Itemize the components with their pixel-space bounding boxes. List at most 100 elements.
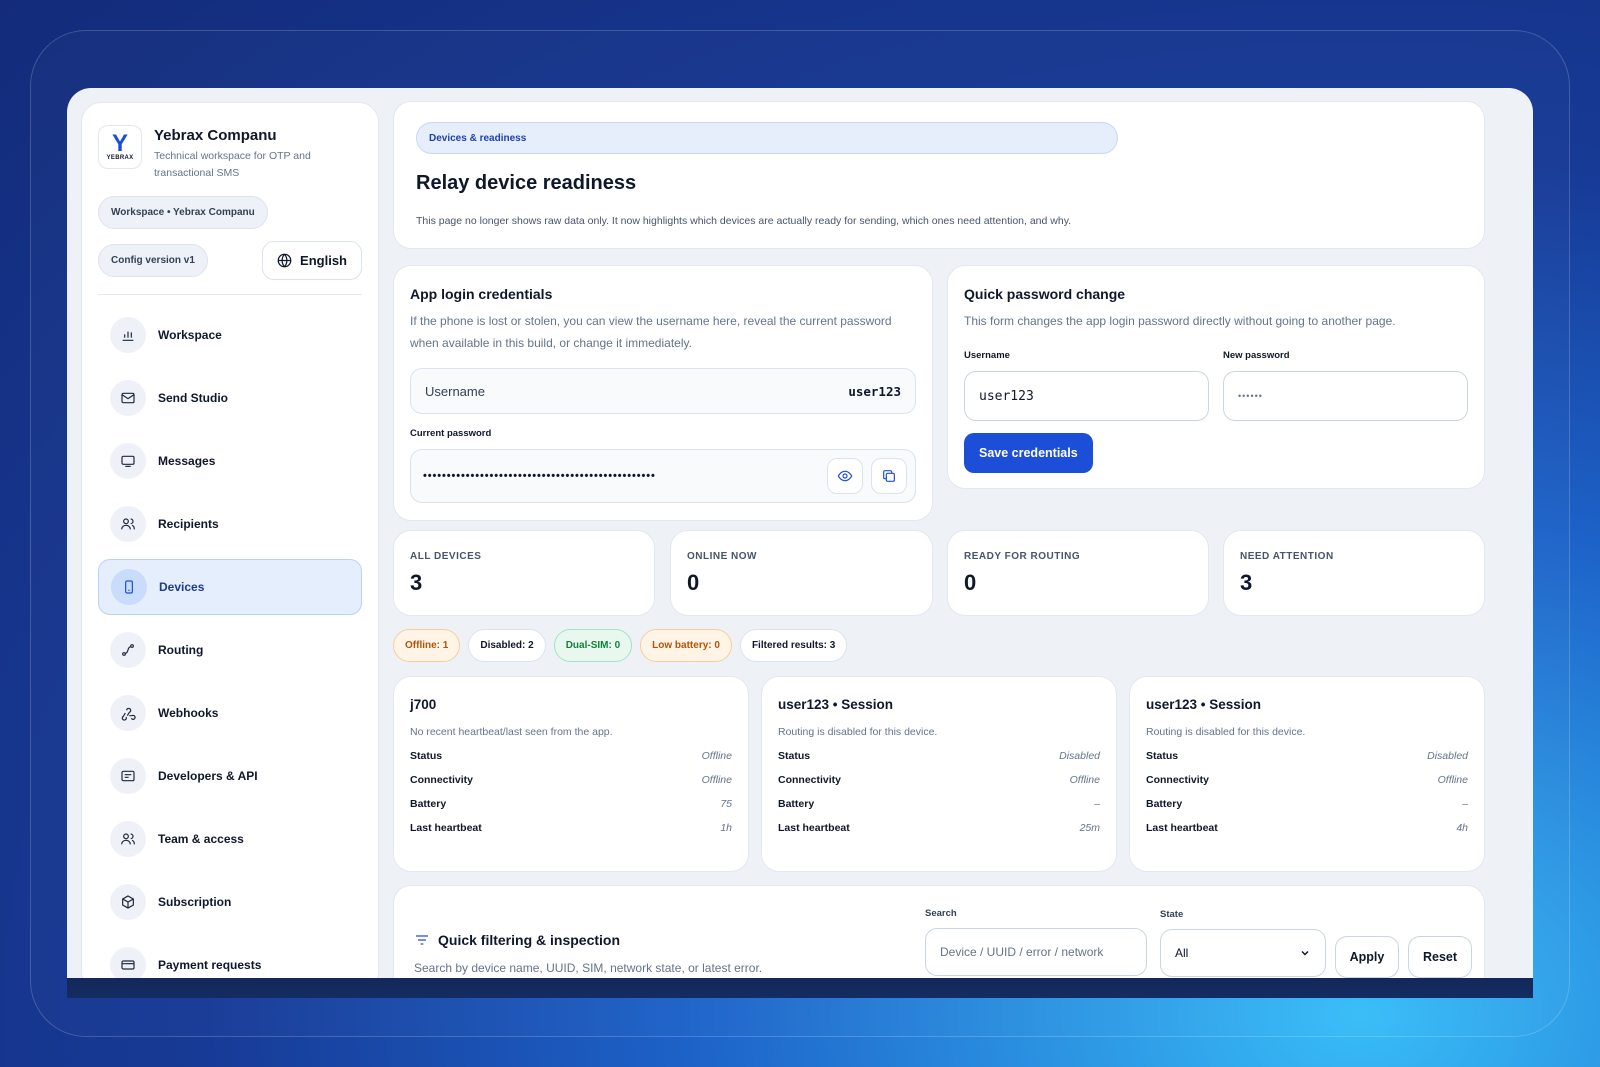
apply-button[interactable]: Apply [1335,936,1399,978]
page-title: Relay device readiness [416,172,637,194]
device-note: Routing is disabled for this device. [1146,726,1306,738]
stat-need-attention: NEED ATTENTION 3 [1223,530,1485,616]
dual-sim-badge[interactable]: Dual-SIM: 0 [553,629,633,662]
brand: Y YEBRAX Yebrax Companu Technical worksp… [98,125,362,182]
sidebar-item-label: Webhooks [158,706,219,720]
low-battery-badge[interactable]: Low battery: 0 [640,629,732,662]
username-input[interactable]: user123 [964,371,1209,421]
status-label: Status [778,750,811,762]
sidebar-item-label: Send Studio [158,391,228,405]
status-label: Status [410,750,443,762]
device-card[interactable]: user123 • Session Routing is disabled fo… [1129,676,1485,872]
disabled-badge[interactable]: Disabled: 2 [468,629,546,662]
sidebar-item-workspace[interactable]: Workspace [98,307,362,363]
sidebar-item-developers-api[interactable]: Developers & API [98,748,362,804]
sidebar-item-label: Messages [158,454,216,468]
state-select[interactable]: All [1160,929,1326,977]
sidebar-item-label: Team & access [158,832,244,846]
reset-button[interactable]: Reset [1408,936,1472,978]
team-icon [110,821,146,857]
stat-label: NEED ATTENTION [1240,551,1334,562]
search-input[interactable]: Device / UUID / error / network [925,928,1147,976]
brand-logo-letter: Y [111,130,128,157]
stat-online-now: ONLINE NOW 0 [670,530,933,616]
username-label: Username [425,383,485,399]
device-note: No recent heartbeat/last seen from the a… [410,726,613,738]
sidebar-item-messages[interactable]: Messages [98,433,362,489]
sidebar-item-recipients[interactable]: Recipients [98,496,362,552]
page-description: This page no longer shows raw data only.… [416,215,1072,227]
connectivity-value: Offline [1069,774,1100,786]
section-tag: Devices & readiness [416,122,1118,154]
current-password-label: Current password [410,428,492,439]
save-credentials-button[interactable]: Save credentials [964,433,1093,473]
box-icon [110,884,146,920]
sidebar-nav: Workspace Send Studio Messages Recipient… [98,307,362,978]
battery-value: – [1462,798,1468,810]
connectivity-label: Connectivity [1146,774,1210,786]
language-button[interactable]: English [262,241,362,280]
device-note: Routing is disabled for this device. [778,726,938,738]
eye-icon [837,470,853,482]
device-card[interactable]: user123 • Session Routing is disabled fo… [761,676,1117,872]
brand-logo-text: YEBRAX [106,155,134,161]
device-name: j700 [410,697,437,712]
header-card: Devices & readiness Relay device readine… [393,101,1485,249]
language-label: English [300,253,347,268]
bar-chart-icon [110,317,146,353]
stat-value: 0 [964,570,977,595]
battery-label: Battery [410,798,447,810]
new-password-input[interactable]: •••••• [1223,371,1468,421]
sidebar-item-payment-requests[interactable]: Payment requests [98,937,362,978]
status-value: Disabled [1059,750,1100,762]
battery-value: – [1094,798,1100,810]
credentials-card: App login credentials If the phone is lo… [393,265,933,521]
connectivity-value: Offline [1437,774,1468,786]
connectivity-value: Offline [701,774,732,786]
password-change-title: Quick password change [964,286,1126,302]
route-icon [110,632,146,668]
battery-label: Battery [778,798,815,810]
sidebar-item-send-studio[interactable]: Send Studio [98,370,362,426]
filter-title-text: Quick filtering & inspection [438,932,621,948]
device-name: user123 • Session [778,697,894,712]
mail-icon [110,380,146,416]
state-select-value: All [1175,946,1189,960]
reveal-password-button[interactable] [827,458,863,494]
brand-name: Yebrax Companu [154,127,277,144]
battery-label: Battery [1146,798,1183,810]
stat-label: ONLINE NOW [687,551,757,562]
filter-icon [416,935,428,945]
users-icon [110,506,146,542]
last-heartbeat-label: Last heartbeat [778,822,850,834]
stat-label: READY FOR ROUTING [964,551,1081,562]
card-icon [110,947,146,978]
sidebar-item-subscription[interactable]: Subscription [98,874,362,930]
sidebar-item-label: Payment requests [158,958,262,972]
offline-badge[interactable]: Offline: 1 [393,629,461,662]
device-name: user123 • Session [1146,697,1262,712]
status-value: Offline [701,750,732,762]
battery-value: 75 [720,798,732,810]
password-change-card: Quick password change This form changes … [947,265,1485,489]
sidebar-item-team-access[interactable]: Team & access [98,811,362,867]
username-value: user123 [848,383,901,399]
last-heartbeat-value: 4h [1456,822,1468,834]
brand-subtitle: Technical workspace for OTP and transact… [154,150,311,179]
copy-password-button[interactable] [871,458,907,494]
password-mask: ••••••••••••••••••••••••••••••••••••••••… [423,470,656,482]
new-password-label: New password [1223,350,1290,361]
brand-logo: Y YEBRAX [98,125,142,169]
globe-icon [277,253,292,268]
app-window: Y YEBRAX Yebrax Companu Technical worksp… [67,88,1533,978]
device-card[interactable]: j700 No recent heartbeat/last seen from … [393,676,749,872]
status-label: Status [1146,750,1179,762]
password-change-text: This form changes the app login password… [964,314,1396,328]
sidebar-item-routing[interactable]: Routing [98,622,362,678]
phone-icon [111,569,147,605]
stat-value: 3 [410,570,423,595]
sidebar-item-webhooks[interactable]: Webhooks [98,685,362,741]
state-label: State [1160,909,1184,920]
sidebar-item-devices[interactable]: Devices [98,559,362,615]
workspace-chip[interactable]: Workspace • Yebrax Companu [98,196,268,229]
